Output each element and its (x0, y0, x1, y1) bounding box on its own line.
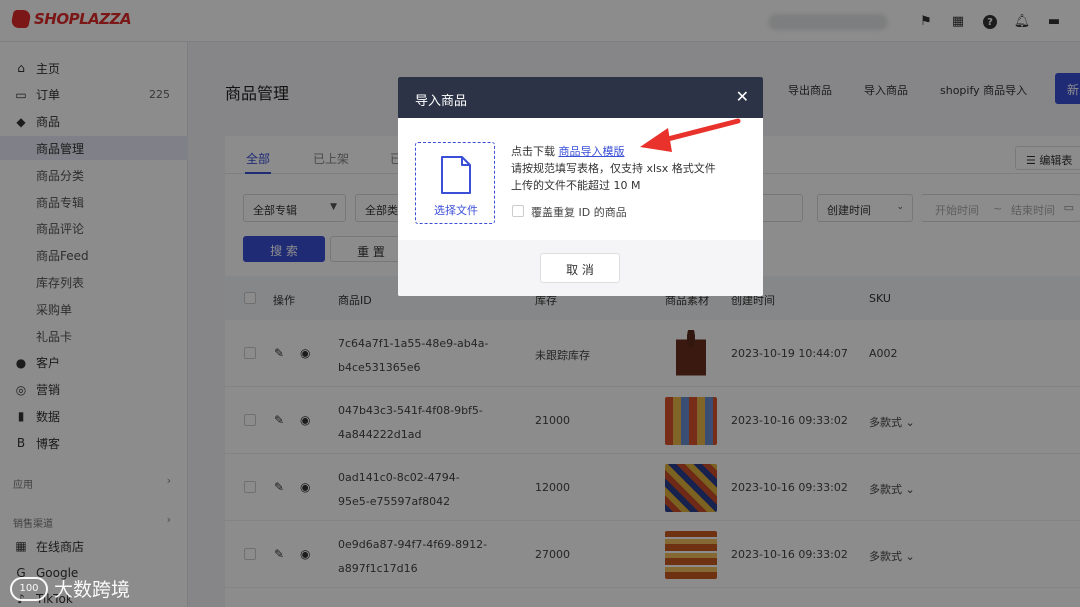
download-template-link[interactable]: 商品导入模版 (559, 145, 625, 158)
dialog-title: 导入商品 (415, 94, 468, 109)
overwrite-duplicate-checkbox[interactable] (512, 205, 524, 217)
cancel-button[interactable]: 取 消 (540, 253, 620, 283)
file-icon (441, 156, 471, 194)
overwrite-duplicate-label: 覆盖重复 ID 的商品 (531, 206, 627, 219)
download-hint: 点击下载 商品导入模版 (511, 143, 625, 159)
watermark: 100 大数跨境 (10, 575, 130, 602)
import-products-dialog: 导入商品 ✕ 选择文件 点击下载 商品导入模版 请按规范填写表格，仅支持 xls… (398, 77, 763, 296)
format-hint: 请按规范填写表格，仅支持 xlsx 格式文件 (511, 162, 716, 175)
select-file-dropzone[interactable]: 选择文件 (415, 142, 495, 224)
size-hint: 上传的文件不能超过 10 M (511, 179, 641, 192)
close-icon[interactable]: ✕ (736, 87, 749, 106)
download-hint-prefix: 点击下载 (511, 145, 559, 158)
watermark-text: 大数跨境 (54, 579, 131, 601)
select-file-label: 选择文件 (434, 204, 478, 217)
watermark-logo: 100 (10, 576, 48, 601)
dialog-footer: 取 消 (398, 240, 763, 296)
dialog-header: 导入商品 ✕ (398, 77, 763, 118)
